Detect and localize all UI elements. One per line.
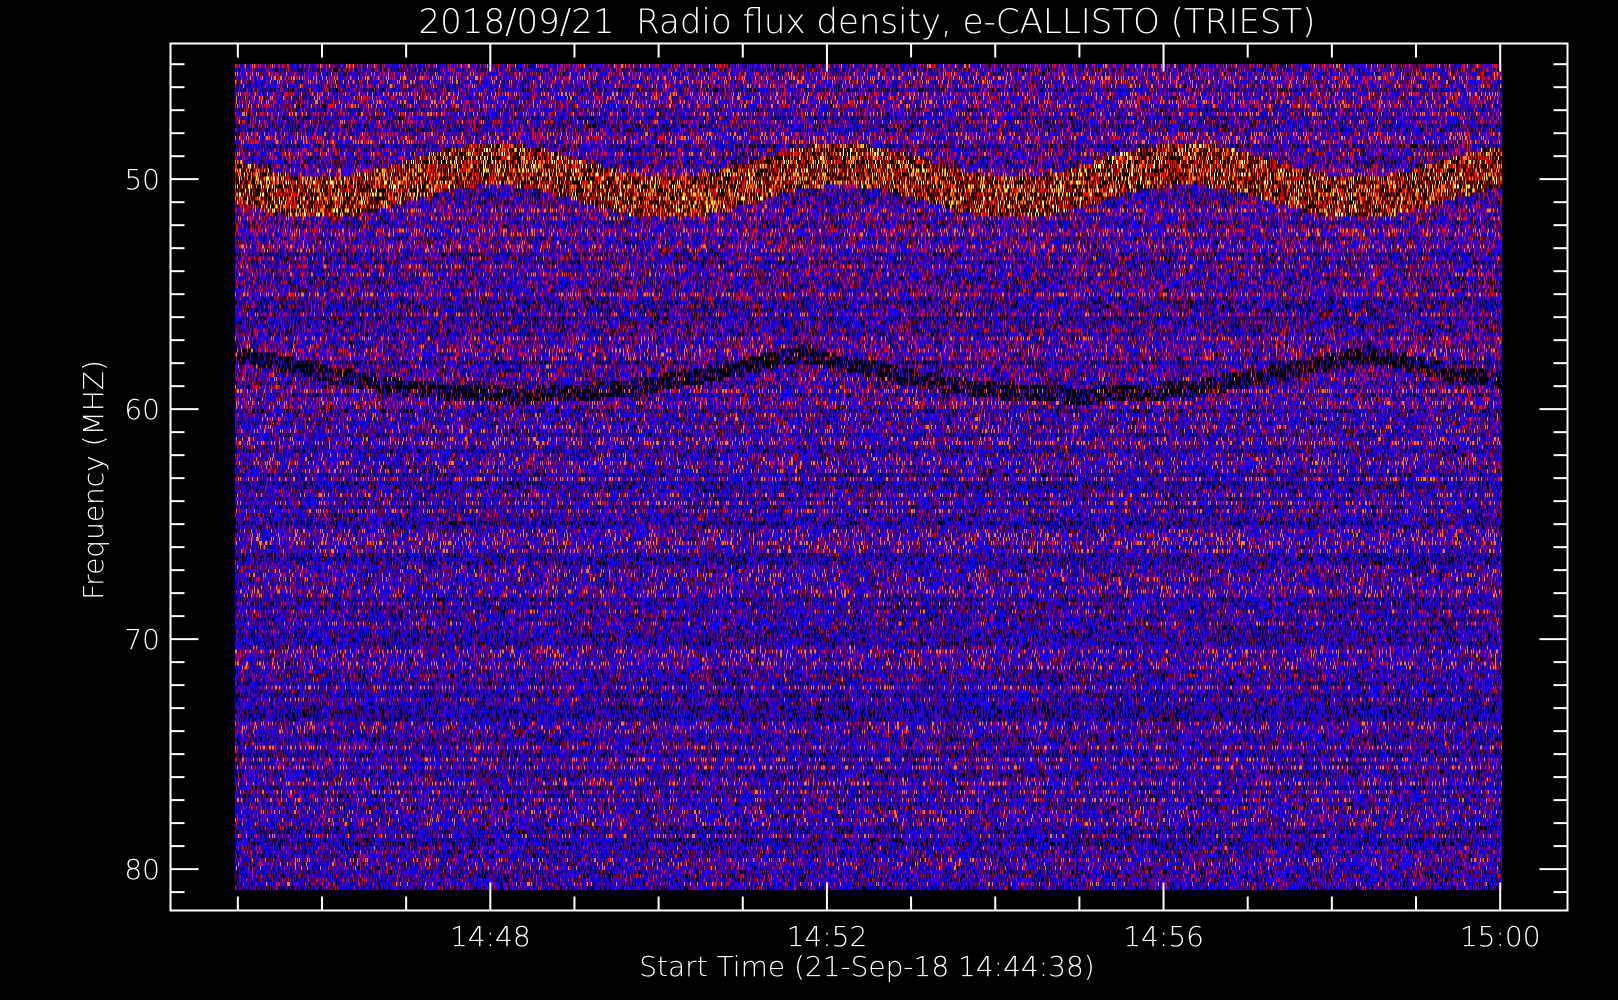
x-tick-label: 15:00 [1460,920,1541,953]
y-tick-label: 70 [124,623,160,656]
y-axis-label: Frequency (MHZ) [77,360,110,600]
x-tick-label: 14:52 [787,920,868,953]
chart-title: 2018/09/21 Radio flux density, e-CALLIST… [419,2,1316,42]
y-tick-label: 80 [124,853,160,886]
plot-border [169,42,1569,912]
x-tick-label: 14:48 [450,920,531,953]
y-tick-label: 50 [124,163,160,196]
x-axis-label: Start Time (21-Sep-18 14:44:38) [639,950,1094,983]
y-tick-labels: 50 60 70 80 [124,163,160,886]
x-tick-labels: 14:48 14:52 14:56 15:00 [450,920,1541,953]
axis-ticks [170,43,1568,911]
y-tick-label: 60 [124,393,160,426]
x-tick-label: 14:56 [1123,920,1204,953]
chart-frame: 50 60 70 80 14:48 14:52 14:56 15:00 2018/09/21… [77,2,1569,983]
